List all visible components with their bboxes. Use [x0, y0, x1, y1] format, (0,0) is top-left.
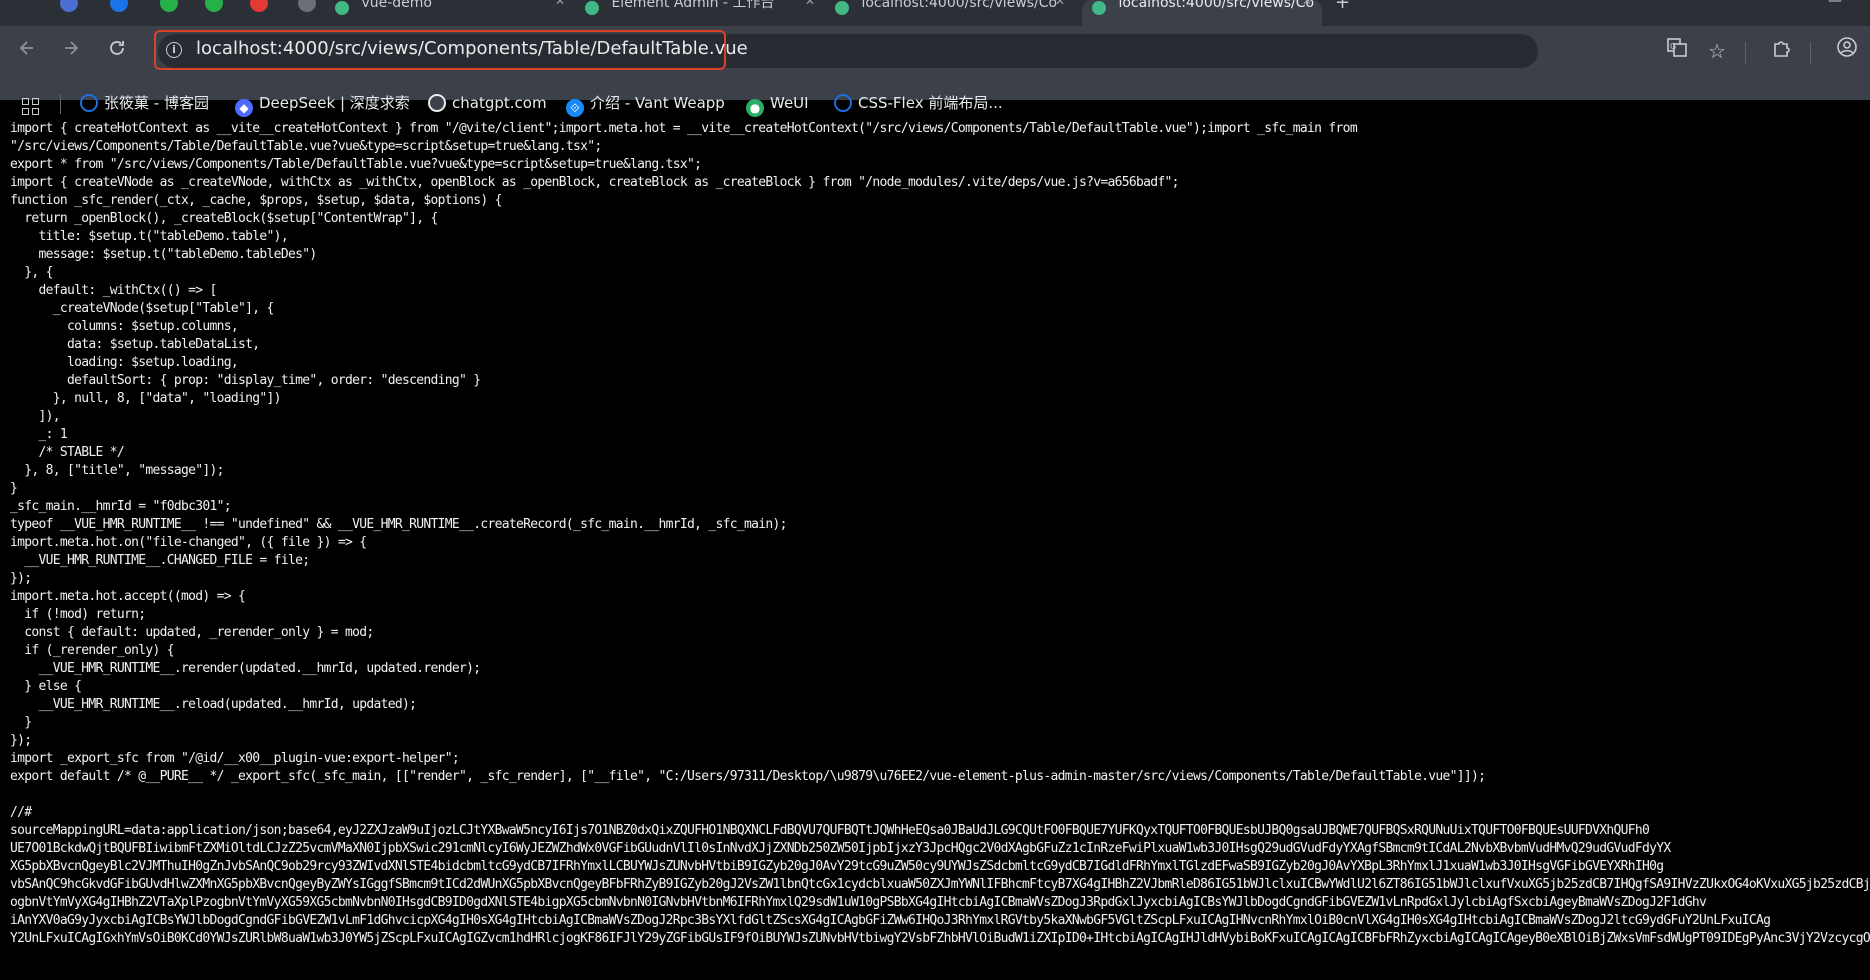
deepseek-icon: ◆ [235, 99, 253, 117]
tab-vue-demo[interactable]: vue-demo ✕ [335, 0, 575, 26]
bookmarks-bar: 张筱菓 - 博客园 ◆ DeepSeek | 深度求索 chatgpt.com ⟐… [0, 82, 1870, 122]
pinned-tab-2[interactable] [110, 0, 128, 12]
reload-icon[interactable] [102, 36, 132, 66]
url-field[interactable]: localhost:4000/src/views/Components/Tabl… [196, 38, 748, 59]
tab-title: Element Admin - 工作台 [611, 0, 775, 11]
pinned-tab-4[interactable] [205, 0, 223, 12]
pinned-tab-6[interactable] [298, 0, 316, 12]
chatgpt-icon [428, 94, 446, 112]
bookmark-label: 张筱菓 - 博客园 [104, 94, 209, 112]
tab-localhost-1[interactable]: localhost:4000/src/views/Co ✕ [835, 0, 1075, 26]
bookmark-vant[interactable]: ⟐ 介绍 - Vant Weapp [566, 92, 725, 117]
star-icon[interactable]: ☆ [1702, 36, 1732, 66]
pinned-tab-1[interactable] [60, 0, 78, 12]
bookmark-label: DeepSeek | 深度求索 [259, 94, 410, 112]
bookmark-label: CSS-Flex 前端布局... [858, 94, 1003, 112]
pinned-tab-5[interactable] [250, 0, 268, 12]
tab-element-admin[interactable]: Element Admin - 工作台 ✕ [585, 0, 825, 26]
source-code: import { createHotContext as __vite__cre… [10, 121, 1870, 946]
cnblogs-icon [80, 94, 98, 112]
profile-icon[interactable] [1832, 36, 1862, 66]
tab-title: localhost:4000/src/views/Co [1118, 0, 1315, 11]
bookmark-deepseek[interactable]: ◆ DeepSeek | 深度求索 [235, 92, 410, 117]
tab-title: localhost:4000/src/views/Co [861, 0, 1058, 11]
vue-logo-icon [835, 1, 849, 15]
divider [60, 94, 61, 114]
new-tab-icon[interactable]: + [1335, 0, 1350, 12]
bookmark-css-flex[interactable]: CSS-Flex 前端布局... [834, 92, 1003, 114]
tab-title: vue-demo [361, 0, 432, 11]
divider [1745, 42, 1746, 64]
puzzle-icon[interactable] [1766, 36, 1796, 66]
vue-logo-icon [1092, 1, 1106, 15]
svg-text:G: G [1670, 42, 1676, 51]
tab-localhost-active[interactable]: localhost:4000/src/views/Co ✕ [1082, 0, 1322, 26]
pinned-tab-3[interactable] [160, 0, 178, 12]
bookmark-label: WeUI [770, 94, 809, 112]
wechat-icon: ● [746, 99, 764, 117]
vue-logo-icon [335, 1, 349, 15]
tab-strip: vue-demo ✕ Element Admin - 工作台 ✕ localho… [0, 0, 1870, 26]
info-icon[interactable]: i [166, 42, 182, 58]
close-icon[interactable]: ✕ [555, 0, 565, 8]
bookmark-chatgpt[interactable]: chatgpt.com [428, 92, 547, 114]
page-content: import { createHotContext as __vite__cre… [0, 120, 1870, 980]
cnblogs-icon [834, 94, 852, 112]
arrow-right-icon[interactable] [56, 36, 86, 66]
apps-grid-icon[interactable] [22, 98, 42, 118]
bookmark-label: 介绍 - Vant Weapp [590, 94, 725, 112]
divider [1810, 42, 1811, 64]
close-icon[interactable]: ✕ [1302, 0, 1312, 8]
bookmark-weui[interactable]: ● WeUI [746, 92, 809, 117]
close-icon[interactable]: ✕ [1055, 0, 1065, 8]
bookmark-cnblogs[interactable]: 张筱菓 - 博客园 [80, 92, 209, 114]
vue-logo-icon [585, 1, 599, 15]
bookmark-label: chatgpt.com [452, 94, 547, 112]
close-icon[interactable]: ✕ [805, 0, 815, 8]
vant-icon: ⟐ [566, 99, 584, 117]
translate-icon[interactable]: G [1662, 36, 1692, 66]
arrow-left-icon[interactable] [12, 36, 42, 66]
minimize-icon[interactable]: — [1828, 0, 1842, 8]
browser-toolbar: i localhost:4000/src/views/Components/Ta… [0, 26, 1870, 117]
